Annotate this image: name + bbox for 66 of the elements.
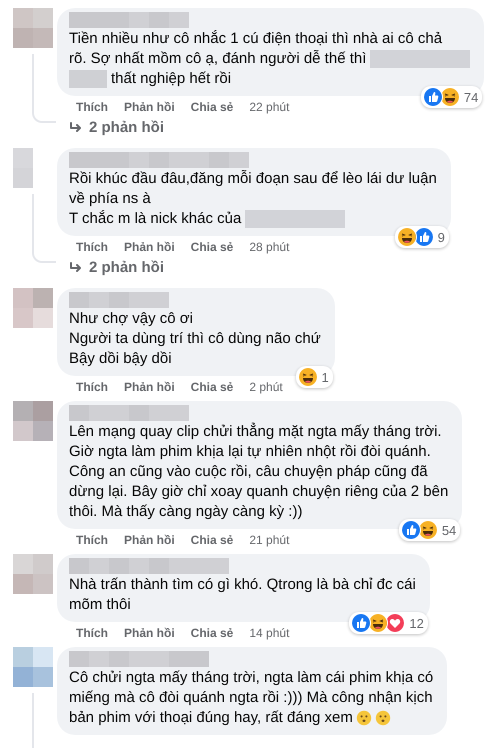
laughing-face-icon <box>418 520 438 540</box>
comment-text: Như chợ vậy cô ơi <box>69 309 193 329</box>
comment-time[interactable]: 22 phút <box>249 100 290 114</box>
reaction-count[interactable]: 1 <box>296 366 333 388</box>
laughing-face-icon <box>440 87 460 107</box>
like-icon <box>400 520 421 540</box>
comment-text: miếng mà cô đòi quánh ngta rồi :))) Mà công nhận kịch <box>69 688 433 708</box>
comment-text: T chắc m là nick khác của <box>69 209 242 229</box>
comment-action-link[interactable]: Phản hồi <box>124 626 175 640</box>
comment-text: dừng lại. Bây giờ chỉ xoay quanh chuyện riêng của 2 bên <box>69 482 448 502</box>
reaction-count[interactable]: 12 <box>349 612 428 634</box>
comment-text: Công an cũng vào cuộc rồi, câu chuyện pháp cũng đã <box>69 462 428 482</box>
comment-action-link[interactable]: Chia sẻ <box>190 100 234 114</box>
reply-arrow-icon <box>69 262 83 274</box>
comment-text: Tiền nhiều như cô nhắc 1 cú điện thoại thì nhà ai cô chả <box>69 29 442 49</box>
comment-text: Cô chửi ngta mấy tháng trời, ngta làm cái phim khịa có <box>69 668 434 688</box>
comment-text: về phía ns à <box>69 189 151 209</box>
like-icon <box>422 87 443 107</box>
avatar[interactable] <box>13 647 53 687</box>
comment-action-link[interactable]: Thích <box>76 100 108 114</box>
comment-text: Rồi khúc đầu đâu,đăng mỗi đoạn sau để lèo lái dư luận <box>69 169 437 189</box>
avatar[interactable] <box>13 401 53 441</box>
redacted-text <box>69 70 107 88</box>
reaction-count[interactable]: 54 <box>398 519 460 541</box>
comment-action-link[interactable]: Phản hồi <box>124 533 175 547</box>
avatar[interactable] <box>13 554 53 594</box>
comment-action-link[interactable]: Thích <box>76 626 108 640</box>
like-icon <box>351 613 372 633</box>
comment-text: Nhà trấn thành tìm có gì khó. Qtrong là bà chỉ đc cái <box>69 575 416 595</box>
comment-action-link[interactable]: Chia sẻ <box>190 533 234 547</box>
avatar[interactable] <box>13 288 53 328</box>
reaction-count[interactable]: 74 <box>420 86 482 108</box>
comment-text: Giờ ngta làm phim khịa lại tự nhiên nhột rồi đòi quánh. <box>69 442 431 462</box>
comment-time[interactable]: 2 phút <box>249 380 283 394</box>
comment-action-link[interactable]: Chia sẻ <box>190 380 234 394</box>
reaction-count[interactable]: 9 <box>394 226 449 248</box>
comment-time[interactable]: 28 phút <box>249 240 290 254</box>
view-replies-link[interactable]: 2 phản hồi <box>57 255 164 282</box>
comment-text: rõ. Sợ nhất mồm cô ạ, đánh người dễ thế thì <box>69 49 366 69</box>
comment-text: Người ta dùng trí thì cô dùng não chứ <box>69 329 321 349</box>
comment-action-link[interactable]: Thích <box>76 380 108 394</box>
comment-action-link[interactable]: Chia sẻ <box>190 240 234 254</box>
like-icon <box>414 227 434 247</box>
comment-text: Lên mạng quay clip chửi thẳng mặt ngta mấy tháng trời. <box>69 422 442 442</box>
avatar[interactable] <box>13 8 53 48</box>
comment-text: thất nghiệp hết rồi <box>111 69 232 89</box>
comment-time[interactable]: 14 phút <box>249 626 290 640</box>
reply-arrow-icon <box>69 122 83 134</box>
emoji-face-icon <box>374 710 391 726</box>
laughing-face-icon <box>298 367 318 387</box>
laughing-face-icon <box>396 227 417 247</box>
comment-action-link[interactable]: Chia sẻ <box>190 626 234 640</box>
emoji-face-icon <box>356 710 372 726</box>
laughing-face-icon <box>368 613 388 633</box>
comment-action-link[interactable]: Thích <box>76 240 108 254</box>
comment-text: bản phim với thoại đúng hay, rất đáng xem <box>69 708 353 728</box>
comment-text: mõm thôi <box>69 595 131 615</box>
comment-action-link[interactable]: Phản hồi <box>124 240 175 254</box>
comment-action-link[interactable]: Thích <box>76 533 108 547</box>
comment-action-link[interactable]: Phản hồi <box>124 100 175 114</box>
heart-icon <box>385 613 406 633</box>
comment-text: thôi. Mà thấy càng ngày càng kỳ :)) <box>69 502 302 522</box>
comment-time[interactable]: 21 phút <box>249 533 290 547</box>
comment-action-link[interactable]: Phản hồi <box>124 380 175 394</box>
comment-text: Bậy dồi bậy dồi <box>69 349 172 369</box>
view-replies-link[interactable]: 2 phản hồi <box>57 115 164 142</box>
